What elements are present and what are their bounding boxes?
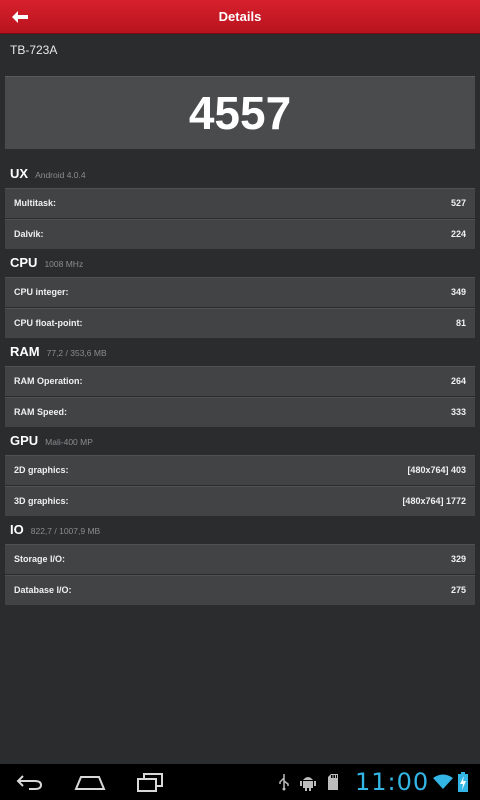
android-debug-icon	[298, 772, 318, 792]
result-row-2d-graphics: 2D graphics: [480x764] 403	[5, 455, 475, 485]
result-row-ram-speed: RAM Speed: 333	[5, 397, 475, 427]
row-label: CPU float-point:	[14, 318, 83, 328]
section-subtitle: 822,7 / 1007,9 MB	[30, 526, 101, 536]
back-icon	[16, 775, 43, 790]
row-value: 224	[450, 229, 466, 239]
section-ux-header: UX Android 4.0.4	[10, 166, 86, 184]
device-name: TB-723A	[10, 43, 58, 57]
row-label: Database I/O:	[14, 585, 72, 595]
result-row-multitask: Multitask: 527	[5, 188, 475, 218]
result-row-database-io: Database I/O: 275	[5, 575, 475, 605]
result-row-ram-operation: RAM Operation: 264	[5, 366, 475, 396]
section-title: GPU	[10, 433, 39, 448]
section-subtitle: Android 4.0.4	[35, 170, 86, 180]
sd-card-icon	[325, 772, 341, 792]
back-button[interactable]	[0, 0, 40, 33]
section-ram-header: RAM 77,2 / 353,6 MB	[10, 344, 107, 362]
section-title: IO	[10, 522, 24, 537]
row-value: 333	[450, 407, 466, 417]
clock: 11:00	[355, 768, 430, 796]
section-subtitle: 77,2 / 353,6 MB	[46, 348, 107, 358]
result-row-cpu-float: CPU float-point: 81	[5, 308, 475, 338]
row-value: [480x764] 403	[407, 465, 466, 475]
result-row-dalvik: Dalvik: 224	[5, 219, 475, 249]
app-screen: Details TB-723A 4557 UX Android 4.0.4 Mu…	[0, 0, 480, 800]
section-subtitle: 1008 MHz	[44, 259, 84, 269]
section-title: RAM	[10, 344, 40, 359]
result-row-storage-io: Storage I/O: 329	[5, 544, 475, 574]
result-row-cpu-integer: CPU integer: 349	[5, 277, 475, 307]
back-arrow-icon	[12, 10, 28, 23]
title-bar: Details	[0, 0, 480, 34]
recent-apps-icon	[137, 773, 163, 792]
row-label: RAM Speed:	[14, 407, 68, 417]
row-value: 264	[450, 376, 466, 386]
section-gpu-header: GPU Mali-400 MP	[10, 433, 93, 451]
section-title: CPU	[10, 255, 38, 270]
section-title: UX	[10, 166, 29, 181]
row-value: 527	[450, 198, 466, 208]
home-icon	[74, 776, 106, 790]
page-title: Details	[218, 9, 262, 24]
row-value: 329	[450, 554, 466, 564]
row-label: RAM Operation:	[14, 376, 83, 386]
total-score-panel: 4557	[5, 76, 475, 149]
row-label: CPU integer:	[14, 287, 69, 297]
wifi-icon	[433, 772, 453, 792]
row-label: 2D graphics:	[14, 465, 69, 475]
section-cpu-header: CPU 1008 MHz	[10, 255, 83, 273]
nav-home-button[interactable]	[70, 770, 110, 794]
row-value: 349	[450, 287, 466, 297]
system-bar: 11:00	[0, 764, 480, 800]
row-label: Dalvik:	[14, 229, 44, 239]
result-row-3d-graphics: 3D graphics: [480x764] 1772	[5, 486, 475, 516]
row-value: [480x764] 1772	[402, 496, 466, 506]
section-subtitle: Mali-400 MP	[45, 437, 93, 447]
section-io-header: IO 822,7 / 1007,9 MB	[10, 522, 100, 540]
row-label: Multitask:	[14, 198, 57, 208]
row-value: 81	[455, 318, 466, 328]
row-label: Storage I/O:	[14, 554, 66, 564]
nav-recent-apps-button[interactable]	[130, 770, 170, 794]
row-label: 3D graphics:	[14, 496, 69, 506]
battery-charging-icon	[457, 772, 469, 792]
row-value: 275	[450, 585, 466, 595]
total-score: 4557	[188, 87, 292, 139]
nav-back-button[interactable]	[10, 770, 50, 794]
usb-icon	[277, 772, 291, 792]
